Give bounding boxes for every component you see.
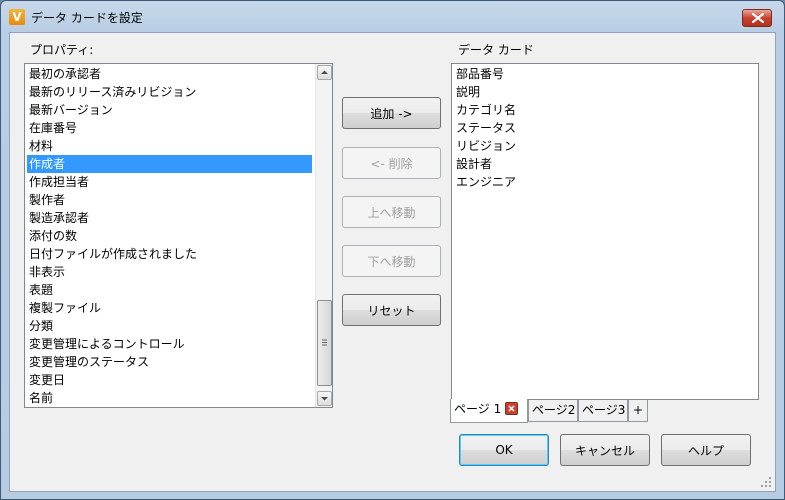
list-item[interactable]: 非表示 (27, 263, 312, 281)
move-up-button[interactable]: 上へ移動 (342, 196, 441, 228)
close-button[interactable] (742, 9, 772, 27)
app-logo-icon: V (9, 9, 25, 25)
chevron-down-icon (321, 397, 328, 401)
list-item[interactable]: 最新バージョン (27, 101, 312, 119)
list-item[interactable]: 在庫番号 (27, 119, 312, 137)
list-item[interactable]: 作成担当者 (27, 173, 312, 191)
properties-list[interactable]: 最初の承認者 最新のリリース済みリビジョン 最新バージョン 在庫番号 材料 作成者 作成担当… (24, 63, 333, 408)
cancel-button[interactable]: キャンセル (560, 434, 650, 466)
properties-scrollbar[interactable] (315, 64, 332, 407)
list-item[interactable]: 添付の数 (27, 227, 312, 245)
grip-icon (322, 339, 327, 346)
dialog-window: V データ カードを設定 プロパティ: 最初の承認者 最新のリリース済みリビジョ… (0, 0, 785, 500)
list-item[interactable]: 分類 (27, 317, 312, 335)
list-item[interactable]: 作成者 (27, 155, 312, 173)
tab-page-1[interactable]: ページ 1 (450, 399, 528, 423)
list-item[interactable]: 材料 (27, 137, 312, 155)
ok-button[interactable]: OK (459, 434, 549, 466)
tab-close-icon[interactable] (505, 402, 519, 415)
tab-page-3[interactable]: ページ3 (578, 400, 628, 422)
dialog-client-area: プロパティ: 最初の承認者 最新のリリース済みリビジョン 最新バージョン 在庫番号 材料… (9, 32, 776, 492)
list-item[interactable]: 変更日 (27, 371, 312, 389)
reset-button[interactable]: リセット (342, 294, 441, 326)
list-item[interactable]: 設計者 (454, 155, 756, 173)
close-icon (752, 13, 764, 23)
list-item[interactable]: 複製ファイル (27, 299, 312, 317)
list-item[interactable]: ステータス (454, 119, 756, 137)
list-item[interactable]: 日付ファイルが作成されました (27, 245, 312, 263)
list-item[interactable]: 製造承認者 (27, 209, 312, 227)
list-item[interactable]: 名前 (27, 389, 312, 407)
list-item[interactable]: 部品番号 (454, 65, 756, 83)
resize-grip-icon[interactable] (760, 476, 772, 488)
help-button[interactable]: ヘルプ (661, 434, 751, 466)
scroll-down-button[interactable] (317, 391, 332, 406)
properties-label: プロパティ: (30, 43, 94, 57)
tab-page-1-label: ページ 1 (454, 402, 502, 416)
list-item[interactable]: リビジョン (454, 137, 756, 155)
list-item[interactable]: 変更管理によるコントロール (27, 335, 312, 353)
tab-page-2[interactable]: ページ2 (528, 400, 578, 422)
list-item[interactable]: 変更管理のステータス (27, 353, 312, 371)
scroll-thumb[interactable] (317, 300, 332, 386)
list-item[interactable]: カテゴリ名 (454, 101, 756, 119)
list-item[interactable]: 最新のリリース済みリビジョン (27, 83, 312, 101)
window-title: データ カードを設定 (31, 11, 143, 25)
title-bar[interactable]: V データ カードを設定 (1, 1, 784, 31)
chevron-up-icon (321, 70, 328, 74)
list-item[interactable]: 説明 (454, 83, 756, 101)
list-item[interactable]: 表題 (27, 281, 312, 299)
list-item[interactable]: 製作者 (27, 191, 312, 209)
list-item[interactable]: エンジニア (454, 173, 756, 191)
add-button[interactable]: 追加 -> (342, 97, 441, 129)
add-page-tab[interactable]: + (628, 400, 648, 422)
scroll-up-button[interactable] (317, 65, 332, 80)
data-card-list[interactable]: 部品番号 説明 カテゴリ名 ステータス リビジョン 設計者 エンジニア (451, 63, 759, 400)
data-card-label: データ カード (458, 43, 534, 57)
move-down-button[interactable]: 下へ移動 (342, 245, 441, 277)
list-item[interactable]: 最初の承認者 (27, 65, 312, 83)
remove-button[interactable]: <- 削除 (342, 147, 441, 179)
